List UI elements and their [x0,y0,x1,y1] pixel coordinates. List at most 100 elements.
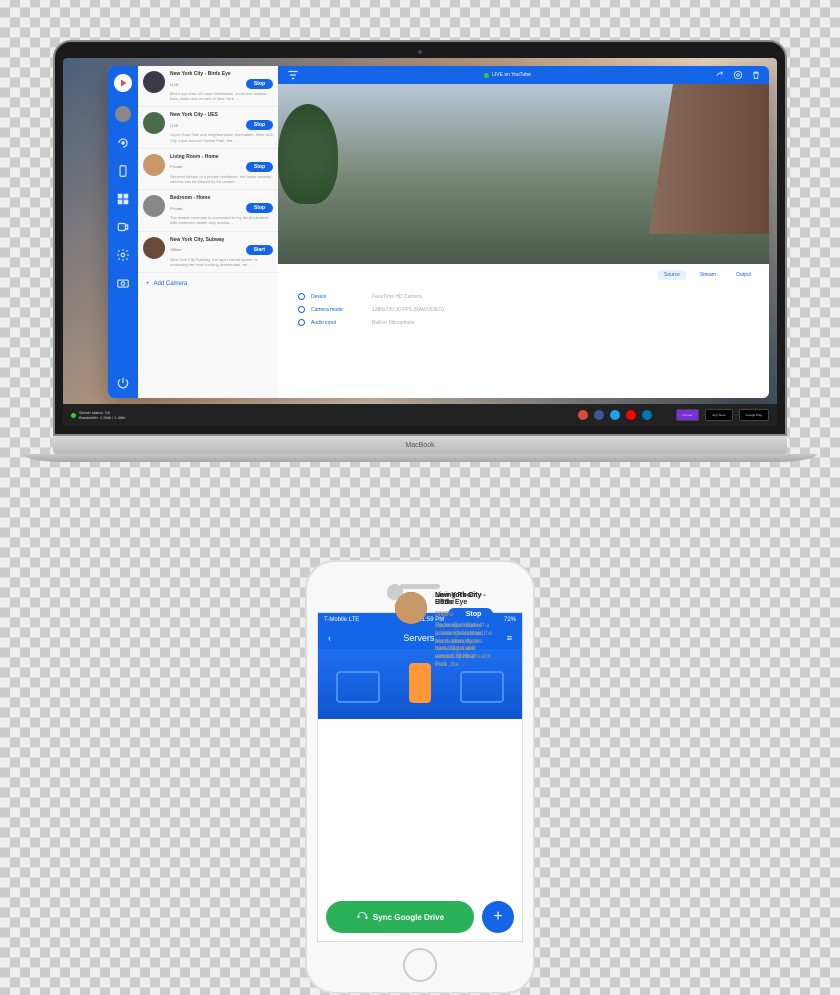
server-status: Server status: OKBandwidth: 1.2Mb / 1.4M… [71,410,125,420]
camera-title: Living Room - Home [170,154,219,160]
hero-phone-icon [409,663,431,703]
camera-status: Offline [170,247,182,252]
app-window: New York City - Birds Eye LIVEStop Bird'… [108,66,769,398]
live-dot-icon [484,73,489,78]
camera-status: Private [170,164,182,169]
facebook-icon[interactable] [594,410,604,420]
appstore-button[interactable]: App Store [705,409,732,421]
linkedin-icon[interactable] [642,410,652,420]
audio-value: Built-in Microphone [372,320,415,326]
menu-icon[interactable]: ≡ [507,633,512,643]
camera-desc: The master bedroom is connected to my li… [170,215,273,225]
camera-status: Private [170,206,182,211]
plus-icon: + [146,281,150,287]
bandwidth-text: Bandwidth: 1.2Mb / 1.4Mb [79,415,125,420]
add-button[interactable]: + [482,901,514,933]
phone-icon[interactable] [116,164,130,178]
camera-item[interactable]: Living Room - Home Private Stop Secured s… [138,149,278,190]
snapshot-icon[interactable] [116,276,130,290]
camera-list: New York City - Birds Eye LIVEStop Bird'… [138,66,278,398]
grid-icon[interactable] [116,192,130,206]
source-details: Device FaceTime HD Camera Camera mode1280… [278,286,769,337]
share-icon[interactable] [715,70,725,80]
camera-thumb [143,195,165,217]
camera-status: LIVE [170,82,179,87]
camera-title: New York City - Birds Eye [170,71,231,77]
camera-icon[interactable] [116,136,130,150]
camera-start-button[interactable]: Start [246,245,273,255]
sync-label: Sync Google Drive [373,913,444,922]
camera-stop-button[interactable]: Stop [246,79,273,89]
tab-source[interactable]: Source [658,270,686,280]
battery-text: 72% [504,617,516,623]
tab-output[interactable]: Output [730,270,757,280]
donate-button[interactable]: Donate [676,409,700,421]
app-sidebar [108,66,138,398]
camera-item[interactable]: New York City - Birds Eye LIVEStop Bird'… [138,66,278,107]
app-logo[interactable] [114,74,132,92]
google-icon[interactable] [578,410,588,420]
macbook-screen-bezel: New York City - Birds Eye LIVEStop Bird'… [53,40,787,436]
camera-item[interactable]: New York City, Subway Offline Start New Y… [138,232,278,273]
app-footer: Server status: OKBandwidth: 1.2Mb / 1.4M… [63,404,777,426]
device-value: FaceTime HD Camera [372,294,422,300]
tab-stream[interactable]: Stream [694,270,722,280]
iphone-speaker [400,584,440,589]
radio-icon[interactable] [298,319,305,326]
sync-google-drive-button[interactable]: Sync Google Drive [326,901,474,933]
device-label[interactable]: Device [311,294,366,300]
camera-desc: New York City Subway, the rapid transit … [170,257,273,267]
twitter-icon[interactable] [610,410,620,420]
trash-icon[interactable] [751,70,761,80]
record-icon[interactable] [116,220,130,234]
audio-label[interactable]: Audio input [311,320,366,326]
gear-icon[interactable] [733,70,743,80]
row-mode: Camera mode1280x720 30 FPS (RAWVIDEO) [298,303,749,316]
camera-title: Bedroom - Home [170,195,210,201]
iphone-body: T-Mobile LTE 11:59 PM 72% ‹ Servers ≡ Ne… [305,560,535,994]
add-camera-button[interactable]: + Add Camera [138,273,278,295]
iphone-mockup: T-Mobile LTE 11:59 PM 72% ‹ Servers ≡ Ne… [305,560,535,994]
live-label: LIVE on YouTube [492,72,531,78]
camera-item[interactable]: New York City - UES LIVEStop Upper East … [138,107,278,148]
macbook-display: New York City - Birds Eye LIVEStop Bird'… [63,58,777,426]
camera-thumb [143,112,165,134]
iphone-screen: T-Mobile LTE 11:59 PM 72% ‹ Servers ≡ Ne… [317,612,523,942]
home-button[interactable] [403,948,437,982]
youtube-icon[interactable] [626,410,636,420]
filter-icon[interactable] [286,68,300,82]
mode-label[interactable]: Camera mode [311,307,366,313]
radio-icon[interactable] [298,293,305,300]
video-preview[interactable] [278,84,769,264]
detail-tabs: Source Stream Output [278,264,769,286]
status-dot-icon [71,413,76,418]
back-icon[interactable]: ‹ [328,633,331,643]
camera-thumb [143,237,165,259]
macbook-camera-dot [418,50,422,54]
camera-desc: Upper East Side and neighborhood, Manhat… [170,132,273,142]
camera-title: New York City - UES [170,112,218,118]
carrier-text: T-Mobile LTE [324,617,359,623]
add-camera-label: Add Camera [154,281,188,287]
macbook-base [23,454,817,462]
user-avatar[interactable] [115,106,131,122]
camera-stop-button[interactable]: Stop [246,162,273,172]
macbook-hinge: MacBook [53,436,787,454]
googleplay-button[interactable]: Google Play [739,409,769,421]
macbook-label: MacBook [405,442,434,449]
camera-stop-button[interactable]: Stop [246,203,273,213]
macbook-mockup: New York City - Birds Eye LIVEStop Bird'… [53,40,787,462]
radio-icon[interactable] [298,306,305,313]
settings-icon[interactable] [116,248,130,262]
camera-item[interactable]: Bedroom - Home Private Stop The master be… [138,190,278,231]
row-audio: Audio input Built-in Microphone [298,316,749,329]
phone-footer: Sync Google Drive + [318,893,522,941]
camera-stop-button[interactable]: Stop [246,120,273,130]
camera-desc: Secured stream of a private residence, t… [170,174,273,184]
main-panel: LIVE on YouTube Source Stream Output Dev… [278,66,769,398]
live-indicator: LIVE on YouTube [484,72,531,78]
app-topbar: LIVE on YouTube [278,66,769,84]
header-title: Servers [403,633,434,643]
camera-title: New York City, Subway [170,237,224,243]
power-icon[interactable] [116,376,130,390]
